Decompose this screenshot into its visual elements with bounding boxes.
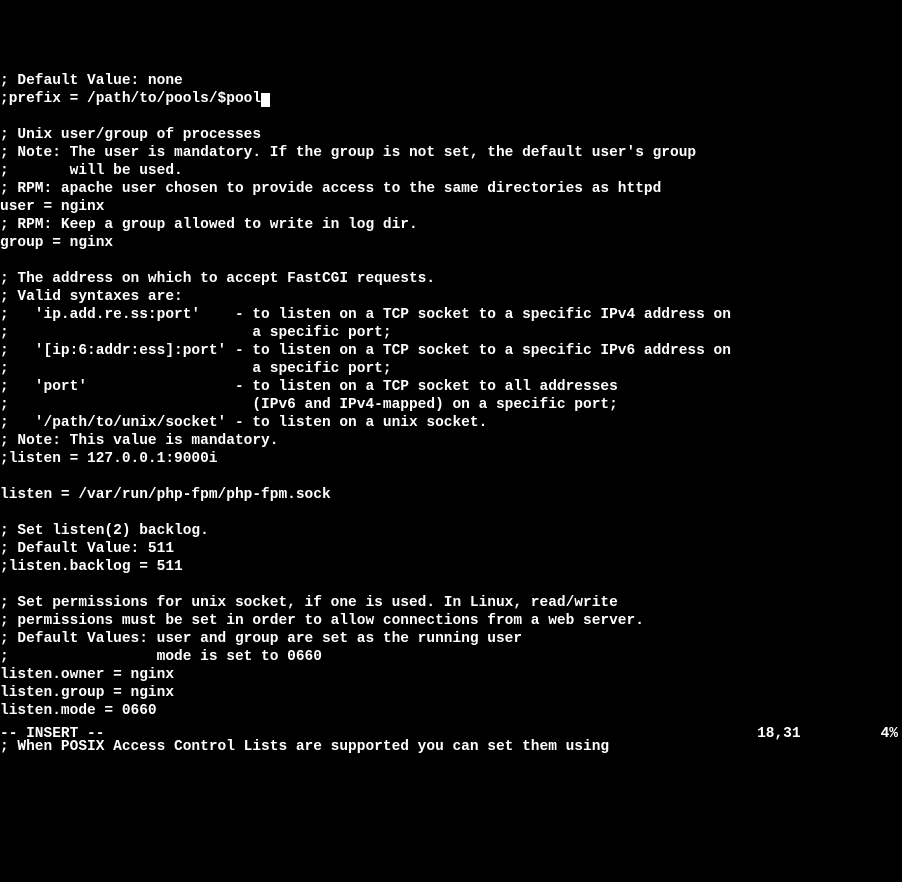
editor-line: ; Valid syntaxes are: [0, 288, 902, 306]
editor-line: ; RPM: Keep a group allowed to write in … [0, 216, 902, 234]
editor-line: listen.mode = 0660 [0, 702, 902, 720]
editor-line: ; Set permissions for unix socket, if on… [0, 594, 902, 612]
editor-line: ; Default Values: user and group are set… [0, 630, 902, 648]
editor-line: ; Note: The user is mandatory. If the gr… [0, 144, 902, 162]
editor-line: group = nginx [0, 234, 902, 252]
mode-indicator: -- INSERT -- [0, 725, 104, 743]
editor-line [0, 504, 902, 522]
editor-line: listen.owner = nginx [0, 666, 902, 684]
editor-line: listen = /var/run/php-fpm/php-fpm.sock [0, 486, 902, 504]
editor-line: ; 'port' - to listen on a TCP socket to … [0, 378, 902, 396]
editor-line: ;listen.backlog = 511 [0, 558, 902, 576]
editor-line: user = nginx [0, 198, 902, 216]
text-cursor [261, 93, 270, 108]
editor-line: ; Unix user/group of processes [0, 126, 902, 144]
editor-line: ;prefix = /path/to/pools/$pool [0, 90, 902, 108]
editor-line [0, 108, 902, 126]
editor-line [0, 576, 902, 594]
editor-line: ; Default Value: none [0, 72, 902, 90]
editor-line: ; mode is set to 0660 [0, 648, 902, 666]
editor-line: ; will be used. [0, 162, 902, 180]
editor-line [0, 252, 902, 270]
editor-line: ; 'ip.add.re.ss:port' - to listen on a T… [0, 306, 902, 324]
editor-line: ; The address on which to accept FastCGI… [0, 270, 902, 288]
editor-line: ; (IPv6 and IPv4-mapped) on a specific p… [0, 396, 902, 414]
editor-line: ; a specific port; [0, 324, 902, 342]
editor-line [0, 468, 902, 486]
editor-line: ; Note: This value is mandatory. [0, 432, 902, 450]
editor-line: ;listen = 127.0.0.1:9000i [0, 450, 902, 468]
editor-line: ; Default Value: 511 [0, 540, 902, 558]
cursor-position: 18,31 [757, 725, 801, 743]
editor-line: ; a specific port; [0, 360, 902, 378]
editor-line: ; '[ip:6:addr:ess]:port' - to listen on … [0, 342, 902, 360]
editor-line: ; '/path/to/unix/socket' - to listen on … [0, 414, 902, 432]
editor-line: ; RPM: apache user chosen to provide acc… [0, 180, 902, 198]
editor-content[interactable]: ; Default Value: none;prefix = /path/to/… [0, 72, 902, 756]
editor-line: listen.group = nginx [0, 684, 902, 702]
editor-line: ; Set listen(2) backlog. [0, 522, 902, 540]
status-bar: -- INSERT -- 18,31 4% [0, 725, 902, 743]
scroll-percent: 4% [881, 725, 898, 743]
editor-line: ; permissions must be set in order to al… [0, 612, 902, 630]
